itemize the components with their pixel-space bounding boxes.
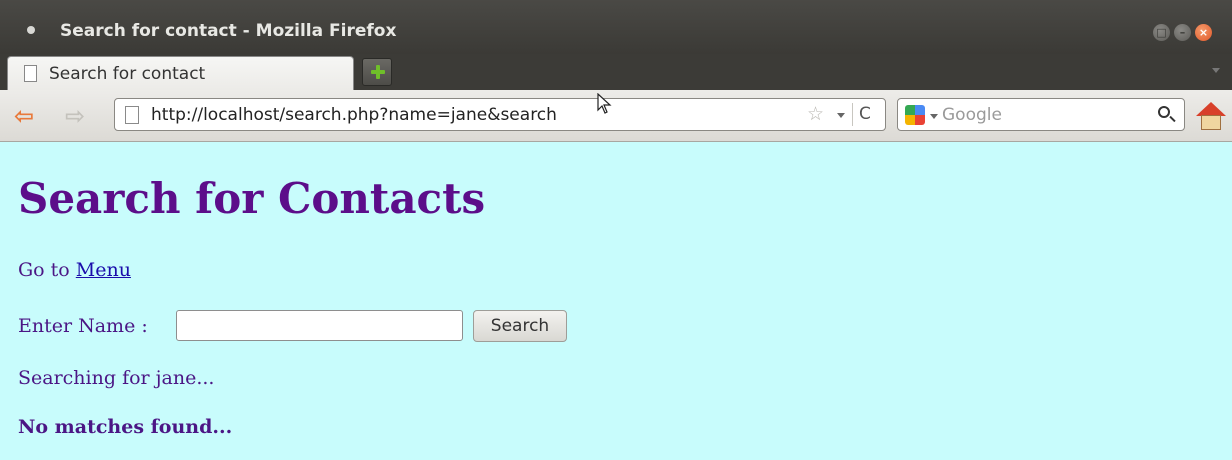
home-body (1201, 115, 1221, 130)
goto-line: Go to Menu (18, 258, 131, 282)
plus-icon (371, 65, 385, 79)
reload-button[interactable]: C (859, 104, 871, 124)
app-dot-icon (27, 26, 35, 34)
back-button[interactable]: ⇦ (14, 104, 34, 128)
page-content: Search for Contacts Go to Menu Enter Nam… (0, 142, 1232, 460)
page-title: Search for Contacts (18, 174, 486, 223)
menu-link[interactable]: Menu (76, 259, 131, 281)
page-icon (24, 65, 37, 82)
url-text[interactable]: http://localhost/search.php?name=jane&se… (151, 105, 557, 125)
maximize-button[interactable]: □ (1153, 24, 1170, 41)
title-bar: Search for contact - Mozilla Firefox □ –… (0, 0, 1232, 54)
home-icon[interactable] (1196, 102, 1226, 130)
searching-status: Searching for jane... (18, 367, 215, 389)
search-bar[interactable]: Google (897, 98, 1185, 131)
close-button[interactable]: × (1195, 24, 1212, 41)
mouse-cursor-icon (597, 93, 612, 114)
forward-button[interactable]: ⇨ (65, 104, 85, 128)
url-separator (852, 103, 853, 126)
page-icon (125, 106, 139, 124)
goto-prefix: Go to (18, 259, 70, 281)
minimize-button[interactable]: – (1174, 24, 1191, 41)
browser-window: Search for contact - Mozilla Firefox □ –… (0, 0, 1232, 460)
magnifier-icon[interactable] (1158, 106, 1170, 118)
navigation-bar: ⇦ ⇨ http://localhost/search.php?name=jan… (0, 90, 1232, 142)
search-placeholder[interactable]: Google (942, 105, 1002, 125)
name-input[interactable] (176, 310, 463, 341)
tab-search-for-contact[interactable]: Search for contact (7, 56, 354, 90)
engine-dropdown-icon[interactable] (930, 114, 938, 119)
new-tab-button[interactable] (362, 58, 392, 86)
home-roof (1196, 102, 1226, 116)
tab-label: Search for contact (49, 64, 206, 84)
tab-strip: Search for contact (0, 54, 1232, 90)
google-icon[interactable] (905, 105, 925, 125)
tab-list-dropdown-icon[interactable] (1212, 68, 1220, 73)
url-history-dropdown-icon[interactable] (837, 113, 845, 118)
url-bar[interactable]: http://localhost/search.php?name=jane&se… (114, 98, 886, 131)
enter-name-label: Enter Name : (18, 315, 148, 337)
bookmark-star-icon[interactable]: ☆ (807, 103, 824, 125)
window-title: Search for contact - Mozilla Firefox (60, 21, 397, 41)
result-message: No matches found... (18, 416, 233, 438)
search-button[interactable]: Search (473, 310, 567, 342)
